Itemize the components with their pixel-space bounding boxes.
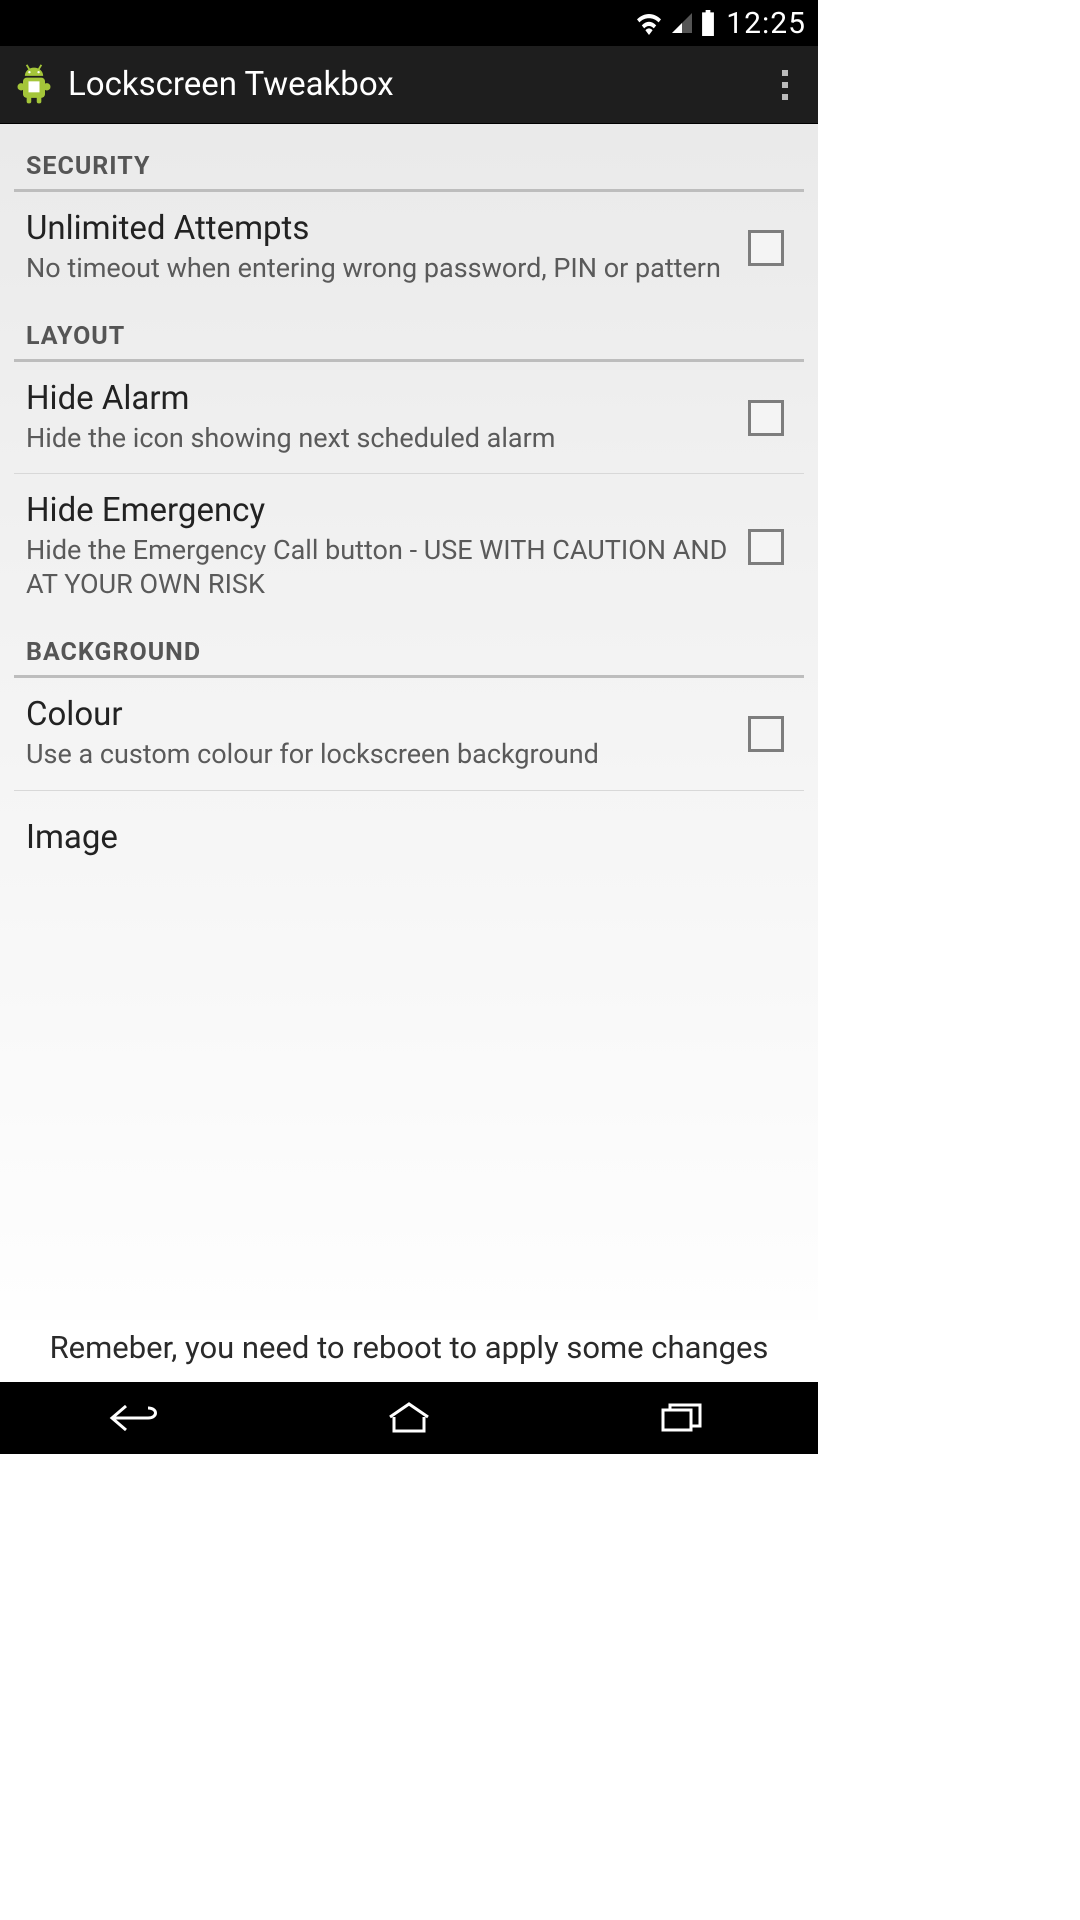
setting-title: Colour bbox=[26, 696, 732, 734]
checkbox-unlimited-attempts[interactable] bbox=[748, 230, 784, 266]
section-header-layout: LAYOUT bbox=[14, 304, 804, 362]
setting-hide-emergency[interactable]: Hide Emergency Hide the Emergency Call b… bbox=[14, 474, 804, 619]
status-bar: 12:25 bbox=[0, 0, 818, 46]
app-title: Lockscreen Tweakbox bbox=[68, 65, 764, 104]
setting-desc: Use a custom colour for lockscreen backg… bbox=[26, 738, 732, 772]
setting-title: Image bbox=[26, 819, 776, 857]
footer-note: Remeber, you need to reboot to apply som… bbox=[0, 1320, 818, 1376]
checkbox-hide-alarm[interactable] bbox=[748, 400, 784, 436]
navigation-bar bbox=[0, 1382, 818, 1454]
home-icon bbox=[386, 1401, 432, 1435]
nav-recent-button[interactable] bbox=[632, 1396, 732, 1440]
status-time: 12:25 bbox=[726, 6, 806, 41]
setting-image[interactable]: Image bbox=[14, 791, 804, 871]
setting-unlimited-attempts[interactable]: Unlimited Attempts No timeout when enter… bbox=[14, 192, 804, 304]
overflow-icon bbox=[782, 70, 788, 100]
setting-title: Unlimited Attempts bbox=[26, 210, 732, 248]
wifi-icon bbox=[634, 11, 664, 35]
nav-home-button[interactable] bbox=[359, 1396, 459, 1440]
settings-content: SECURITY Unlimited Attempts No timeout w… bbox=[0, 124, 818, 1382]
setting-hide-alarm[interactable]: Hide Alarm Hide the icon showing next sc… bbox=[14, 362, 804, 475]
cell-signal-icon bbox=[670, 11, 694, 35]
setting-desc: Hide the Emergency Call button - USE WIT… bbox=[26, 534, 732, 602]
action-bar: Lockscreen Tweakbox bbox=[0, 46, 818, 124]
back-icon bbox=[108, 1402, 164, 1434]
setting-colour[interactable]: Colour Use a custom colour for lockscree… bbox=[14, 678, 804, 791]
setting-desc: No timeout when entering wrong password,… bbox=[26, 252, 732, 286]
section-header-background: BACKGROUND bbox=[14, 620, 804, 678]
setting-title: Hide Emergency bbox=[26, 492, 732, 530]
recent-apps-icon bbox=[660, 1402, 704, 1434]
app-icon bbox=[12, 63, 56, 107]
setting-title: Hide Alarm bbox=[26, 380, 732, 418]
checkbox-colour[interactable] bbox=[748, 716, 784, 752]
battery-icon bbox=[700, 10, 716, 36]
section-header-security: SECURITY bbox=[14, 134, 804, 192]
overflow-menu-button[interactable] bbox=[764, 64, 806, 106]
checkbox-hide-emergency[interactable] bbox=[748, 529, 784, 565]
device-frame: 12:25 Lockscreen Tweakbox bbox=[0, 0, 818, 1454]
setting-desc: Hide the icon showing next scheduled ala… bbox=[26, 422, 732, 456]
nav-back-button[interactable] bbox=[86, 1396, 186, 1440]
settings-scroll[interactable]: SECURITY Unlimited Attempts No timeout w… bbox=[0, 124, 818, 871]
